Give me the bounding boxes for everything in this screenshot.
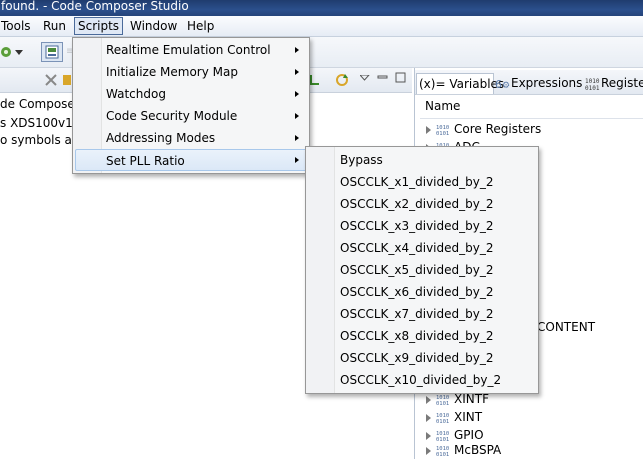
menu-tools[interactable]: Tools	[0, 18, 34, 34]
toggle-view-button[interactable]	[41, 42, 63, 62]
tree-item-label: GPIO	[454, 428, 484, 442]
menu-item-code-security-module[interactable]: Code Security Module	[75, 105, 307, 127]
menu-item-label: Initialize Memory Map	[106, 65, 238, 79]
refresh-icon[interactable]	[334, 72, 352, 88]
variables-tab-bar: (x)= Variables 6 ⚙ Expressions 1010 0101…	[415, 70, 643, 95]
scripts-menu: Realtime Emulation Control Initialize Me…	[72, 37, 310, 174]
svg-text:0101: 0101	[436, 131, 449, 136]
register-group-icon: 10100101	[436, 125, 449, 136]
menu-item-realtime-emulation[interactable]: Realtime Emulation Control	[75, 39, 307, 61]
register-group-icon: 10100101	[436, 431, 449, 442]
menu-item-label: OSCCLK_x7_divided_by_2	[340, 307, 494, 321]
expand-icon[interactable]	[426, 431, 431, 440]
tree-item-label: McBSPA	[454, 443, 502, 457]
svg-text:0101: 0101	[436, 401, 449, 406]
name-column-label: Name	[425, 99, 461, 113]
menu-window[interactable]: Window	[127, 18, 180, 34]
tab-expressions-label: Expressions	[511, 76, 583, 90]
expand-icon[interactable]	[426, 413, 431, 422]
menu-item-label: Code Security Module	[106, 109, 238, 123]
pll-option[interactable]: OSCCLK_x10_divided_by_2	[308, 369, 536, 391]
tree-item-label: XINTF	[454, 392, 489, 406]
menu-item-label: Watchdog	[106, 87, 166, 101]
debug-gear-icon[interactable]	[0, 45, 14, 59]
menu-scripts[interactable]: Scripts	[74, 17, 124, 35]
console-line: de Composer	[0, 97, 80, 111]
pll-option[interactable]: OSCCLK_x1_divided_by_2	[308, 171, 536, 193]
pll-option[interactable]: OSCCLK_x8_divided_by_2	[308, 325, 536, 347]
menu-item-label: Bypass	[340, 153, 383, 167]
svg-text:⚙: ⚙	[502, 81, 510, 91]
menu-bar: Tools Run Scripts Window Help	[0, 16, 643, 37]
svg-text:1010: 1010	[585, 78, 600, 85]
pll-option-bypass[interactable]: Bypass	[308, 149, 536, 171]
register-group-icon: 10100101	[436, 413, 449, 424]
memory-view-icon	[45, 45, 59, 59]
pll-option[interactable]: OSCCLK_x2_divided_by_2	[308, 193, 536, 215]
pll-option[interactable]: OSCCLK_x3_divided_by_2	[308, 215, 536, 237]
svg-text:0101: 0101	[436, 419, 449, 424]
expand-icon[interactable]	[426, 395, 431, 404]
window-title-bar: found. - Code Composer Studio	[0, 0, 643, 16]
tab-registers[interactable]: 1010 0101 Registe	[583, 73, 643, 93]
tree-item[interactable]: 1010 0101 Core Registers	[426, 120, 541, 138]
remove-launches-icon[interactable]	[44, 73, 60, 87]
submenu-arrow-icon	[295, 135, 299, 141]
submenu-arrow-icon	[295, 47, 299, 53]
pll-option[interactable]: OSCCLK_x7_divided_by_2	[308, 303, 536, 325]
pll-option[interactable]: OSCCLK_x5_divided_by_2	[308, 259, 536, 281]
pll-option[interactable]: OSCCLK_x9_divided_by_2	[308, 347, 536, 369]
window-title: found. - Code Composer Studio	[1, 0, 189, 13]
tree-item[interactable]: 1010 0101 XINT	[426, 408, 482, 426]
tree-item-label: CONTENT	[537, 320, 596, 334]
view-menu-icon[interactable]	[360, 75, 370, 81]
step-return-icon[interactable]	[308, 72, 322, 88]
submenu-arrow-icon	[295, 91, 299, 97]
menu-item-initialize-memory-map[interactable]: Initialize Memory Map	[75, 61, 307, 83]
submenu-arrow-icon	[295, 113, 299, 119]
menu-item-watchdog[interactable]: Watchdog	[75, 83, 307, 105]
register-group-icon: 10100101	[436, 446, 449, 457]
tree-item[interactable]: 1010 0101 McBSPA	[426, 441, 501, 459]
menu-item-label: OSCCLK_x1_divided_by_2	[340, 175, 494, 189]
tree-item-label: XINT	[454, 410, 483, 424]
menu-item-addressing-modes[interactable]: Addressing Modes	[75, 127, 307, 149]
submenu-arrow-icon	[295, 69, 299, 75]
svg-text:6: 6	[495, 78, 502, 91]
menu-item-label: OSCCLK_x5_divided_by_2	[340, 263, 494, 277]
menu-item-label: Addressing Modes	[106, 131, 216, 145]
menu-help[interactable]: Help	[184, 18, 217, 34]
menu-item-label: Set PLL Ratio	[106, 154, 185, 168]
tree-item-partial[interactable]: CONTENT	[537, 318, 595, 336]
pll-option[interactable]: OSCCLK_x4_divided_by_2	[308, 237, 536, 259]
menu-item-label: OSCCLK_x3_divided_by_2	[340, 219, 494, 233]
menu-item-label: OSCCLK_x10_divided_by_2	[340, 373, 502, 387]
tree-item-label: Core Registers	[454, 122, 542, 136]
menu-item-set-pll-ratio[interactable]: Set PLL Ratio	[75, 149, 307, 171]
menu-item-label: OSCCLK_x6_divided_by_2	[340, 285, 494, 299]
dropdown-arrow-icon[interactable]	[15, 50, 23, 56]
menu-run[interactable]: Run	[40, 18, 69, 34]
register-group-icon: 10100101	[436, 395, 449, 406]
menu-item-label: OSCCLK_x2_divided_by_2	[340, 197, 494, 211]
maximize-icon[interactable]	[395, 72, 407, 84]
column-header[interactable]: Name	[420, 96, 643, 119]
expand-icon[interactable]	[426, 125, 431, 134]
tab-variables[interactable]: (x)= Variables	[416, 73, 504, 94]
menu-item-label: OSCCLK_x9_divided_by_2	[340, 351, 494, 365]
svg-text:0101: 0101	[436, 452, 449, 457]
menu-item-label: OSCCLK_x8_divided_by_2	[340, 329, 494, 343]
menu-item-label: OSCCLK_x4_divided_by_2	[340, 241, 494, 255]
expressions-icon: 6 ⚙	[495, 78, 510, 91]
menu-item-label: Realtime Emulation Control	[106, 43, 271, 57]
expand-icon[interactable]	[426, 446, 431, 455]
tab-registers-label: Registe	[601, 76, 643, 90]
submenu-arrow-icon	[295, 157, 299, 163]
pll-ratio-submenu: Bypass OSCCLK_x1_divided_by_2 OSCCLK_x2_…	[305, 146, 539, 394]
registers-icon: 1010 0101	[585, 78, 600, 92]
minimize-icon[interactable]	[377, 73, 389, 83]
pll-option[interactable]: OSCCLK_x6_divided_by_2	[308, 281, 536, 303]
tab-expressions[interactable]: 6 ⚙ Expressions	[493, 73, 583, 93]
svg-text:0101: 0101	[585, 85, 600, 91]
